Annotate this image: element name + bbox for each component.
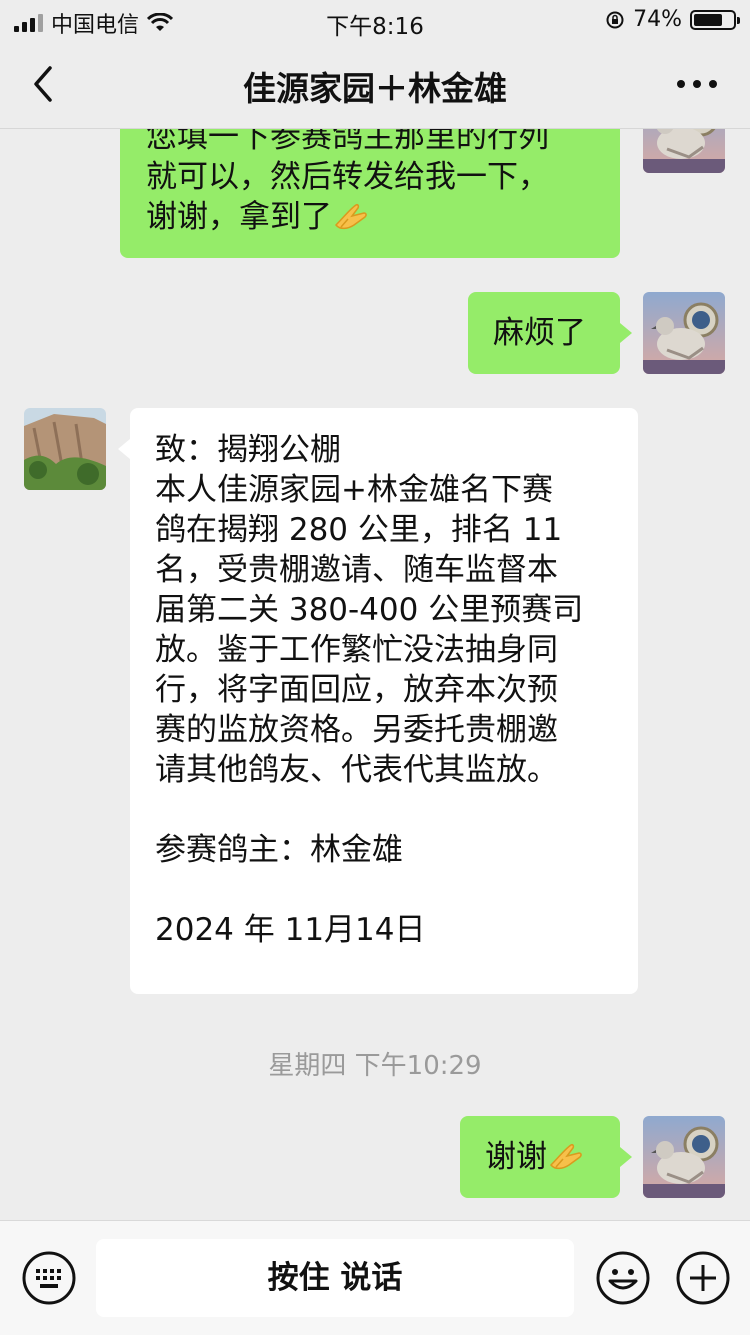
- message-line: 本人佳源家园+林金雄名下赛: [155, 472, 553, 508]
- avatar-self[interactable]: [643, 1116, 725, 1198]
- pigeon-avatar-icon: [643, 1116, 725, 1198]
- chat-history[interactable]: 您填一下参赛鸽主那里的行列 就可以，然后转发给我一下， 谢谢，拿到了 麻烦了 致…: [0, 129, 750, 1220]
- nav-bar: 佳源家园＋林金雄: [0, 40, 750, 129]
- message-line: 就可以，然后转发给我一下，: [146, 159, 549, 195]
- avatar-self[interactable]: [643, 129, 725, 173]
- message-line: 谢谢: [485, 1139, 547, 1175]
- pigeon-avatar-icon: [643, 129, 725, 173]
- message-bubble-outgoing[interactable]: 麻烦了: [468, 292, 620, 374]
- pray-emoji-icon: [334, 204, 367, 230]
- more-dots-icon[interactable]: [672, 70, 722, 98]
- avatar-contact[interactable]: [24, 408, 106, 490]
- message-line: 您填一下参赛鸽主那里的行列: [146, 129, 549, 155]
- message-bubble-incoming[interactable]: 致：揭翔公棚 本人佳源家园+林金雄名下赛 鸽在揭翔 280 公里，排名 11 名…: [130, 408, 638, 994]
- status-bar: 中国电信 下午8:16 74%: [0, 0, 750, 40]
- message-line: 赛的监放资格。另委托贵棚邀: [155, 712, 558, 748]
- message-line: 2024 年 11月14日: [155, 912, 426, 948]
- hold-to-talk-button[interactable]: 按住 说话: [96, 1239, 574, 1317]
- bubble-tail: [620, 1147, 632, 1167]
- plus-icon[interactable]: [674, 1249, 732, 1307]
- bubble-tail: [620, 323, 632, 343]
- message-line-wrap: 谢谢: [485, 1137, 620, 1177]
- message-line-blank: [155, 870, 638, 910]
- message-line: 放。鉴于工作繁忙没法抽身同: [155, 632, 558, 668]
- message-bubble-outgoing[interactable]: 您填一下参赛鸽主那里的行列 就可以，然后转发给我一下， 谢谢，拿到了: [120, 129, 620, 258]
- message-line: 届第二关 380-400 公里预赛司: [155, 592, 584, 628]
- message-line: 参赛鸽主：林金雄: [155, 832, 403, 868]
- input-bar: 按住 说话: [0, 1220, 750, 1335]
- keyboard-icon[interactable]: [20, 1249, 78, 1307]
- pigeon-avatar-icon: [643, 292, 725, 374]
- avatar-self[interactable]: [643, 292, 725, 374]
- message-line: 名，受贵棚邀请、随车监督本: [155, 552, 558, 588]
- message-line: 请其他鸽友、代表代其监放。: [155, 752, 558, 788]
- status-right: 74%: [605, 7, 740, 32]
- message-line-blank: [155, 790, 638, 830]
- cliff-landscape-avatar-icon: [24, 408, 106, 490]
- message-line: 谢谢，拿到了: [146, 199, 332, 235]
- message-bubble-outgoing[interactable]: 谢谢: [460, 1116, 620, 1198]
- battery-percent: 74%: [633, 7, 682, 32]
- smiley-icon[interactable]: [594, 1249, 652, 1307]
- message-timestamp: 星期四 下午10:29: [268, 1051, 482, 1081]
- message-line: 麻烦了: [493, 315, 586, 351]
- chat-title: 佳源家园＋林金雄: [243, 69, 507, 108]
- battery-icon: [690, 9, 740, 30]
- message-line: 致：揭翔公棚: [155, 432, 341, 468]
- message-line-wrap: 谢谢，拿到了: [146, 197, 594, 237]
- rotation-lock-icon: [606, 11, 624, 28]
- message-line: 行，将字面回应，放弃本次预: [155, 672, 558, 708]
- message-line: 鸽在揭翔 280 公里，排名 11: [155, 512, 563, 548]
- pray-emoji-icon: [549, 1144, 582, 1170]
- bubble-tail: [118, 439, 130, 459]
